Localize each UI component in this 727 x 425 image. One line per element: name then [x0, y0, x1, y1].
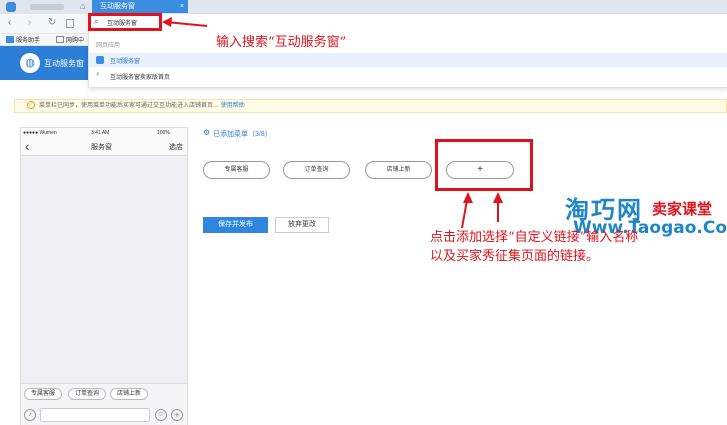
arrow-head-search: [162, 17, 172, 27]
arrow-to-search: [165, 21, 208, 27]
annotation-search-note: 输入搜索“互动服务窗”: [216, 35, 347, 50]
annotation-add-note-2: 以及买家秀征集页面的链接。: [430, 249, 600, 264]
watermark-subtitle: 卖家课堂: [652, 201, 713, 218]
arrow-head-add-left: [463, 192, 473, 203]
arrow-head-add-right: [493, 192, 503, 203]
arrow-to-add-left: [461, 199, 468, 229]
annotation-add-note-1: 点击添加选择“自定义链接”输入名称: [430, 230, 639, 245]
